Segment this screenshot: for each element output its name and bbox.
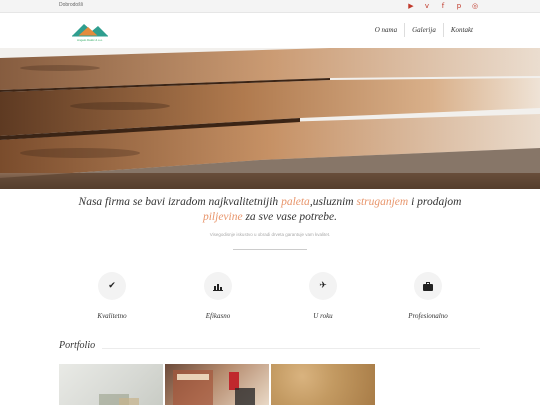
checkmark-icon: ✔ (98, 272, 126, 300)
main-nav: O nama Galerija Kontakt (368, 23, 480, 37)
welcome-text: Dobrodošli (59, 2, 83, 8)
feature-kvalitetno: ✔ Kvalitetno (59, 272, 165, 320)
intro-text: Nasa firma se bavi izradom najkvalitetni… (78, 196, 282, 208)
section-divider (233, 249, 307, 250)
features-row: ✔ Kvalitetno Efikasno ✈ U roku Profesion… (59, 272, 481, 332)
briefcase-icon (414, 272, 442, 300)
nav-item-o-nama[interactable]: O nama (368, 23, 404, 37)
intro-text: i prodajom (408, 196, 462, 208)
nav-item-kontakt[interactable]: Kontakt (442, 23, 480, 37)
portfolio-title: Portfolio (59, 340, 96, 351)
bar-chart-icon (204, 272, 232, 300)
youtube-icon[interactable]: ▶ (406, 1, 416, 11)
instagram-icon[interactable]: ◎ (470, 1, 480, 11)
highlight-paleta: paleta (281, 196, 310, 208)
feature-label: Kvalitetno (97, 312, 127, 320)
logo-text: Angelo Dekic d.o.o. (76, 38, 103, 42)
feature-profesionalno: Profesionalno (375, 272, 481, 320)
portfolio-divider (102, 348, 480, 349)
hero-banner-image (0, 48, 540, 189)
intro-heading: Nasa firma se bavi izradom najkvalitetni… (0, 195, 540, 225)
portfolio-thumbnail[interactable] (271, 364, 375, 405)
nav-item-galerija[interactable]: Galerija (404, 23, 443, 37)
intro-text: ,usluznim (309, 196, 357, 208)
vimeo-icon[interactable]: v (422, 1, 432, 11)
feature-efikasno: Efikasno (165, 272, 271, 320)
plane-icon: ✈ (309, 272, 337, 300)
feature-label: Efikasno (205, 312, 231, 320)
pinterest-icon[interactable]: p (454, 1, 464, 11)
social-links: ▶ v f p ◎ (406, 1, 480, 11)
intro-text: za sve vase potrebe. (242, 211, 337, 223)
intro-line-2: piljevine za sve vase potrebe. (0, 210, 540, 225)
feature-u-roku: ✈ U roku (270, 272, 376, 320)
feature-label: Profesionalno (408, 312, 448, 320)
intro-line-1: Nasa firma se bavi izradom najkvalitetni… (0, 195, 540, 210)
portfolio-thumbnail[interactable] (165, 364, 269, 405)
intro-subtext: Visegodisnje iskustvo u obradi drveta ga… (209, 232, 331, 237)
highlight-piljevine: piljevine (202, 211, 243, 223)
logo[interactable]: Angelo Dekic d.o.o. (70, 18, 110, 44)
top-bar: Dobrodošli ▶ v f p ◎ (0, 0, 540, 13)
highlight-struganjem: struganjem (356, 196, 409, 208)
feature-label: U roku (313, 312, 333, 320)
portfolio-thumbnail[interactable] (59, 364, 163, 405)
facebook-icon[interactable]: f (438, 1, 448, 11)
site-header: Angelo Dekic d.o.o. O nama Galerija Kont… (0, 13, 540, 48)
